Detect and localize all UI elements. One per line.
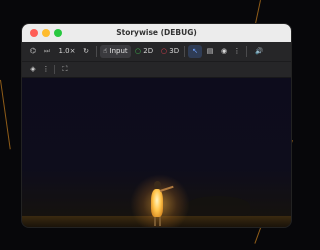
visibility-icon[interactable]: ◉ bbox=[218, 42, 230, 61]
window-title: Storywise (DEBUG) bbox=[116, 28, 197, 37]
character-head bbox=[154, 181, 161, 189]
input-label: Input bbox=[109, 47, 128, 55]
background-streak bbox=[0, 79, 11, 150]
app-window: Storywise (DEBUG) ⌬ ⏭ 1.0× ↻ ☝ Input ○ 2… bbox=[22, 24, 291, 227]
character-leg bbox=[154, 216, 156, 226]
mode-2d-dot: ○ bbox=[134, 47, 142, 55]
speed-label[interactable]: 1.0× bbox=[57, 42, 77, 61]
more-icon[interactable]: ⋮ bbox=[232, 42, 242, 61]
list-icon[interactable]: ▤ bbox=[204, 42, 216, 61]
toolbar-divider bbox=[246, 46, 247, 57]
secondary-toolbar: ◈ ⋮ ⛶ bbox=[22, 62, 291, 78]
game-remote-icon[interactable]: ⌬ bbox=[27, 42, 39, 61]
object-tool-icon[interactable]: ◈ bbox=[27, 62, 39, 77]
more-icon[interactable]: ⋮ bbox=[41, 62, 51, 77]
character-leg bbox=[159, 216, 161, 226]
select-arrow-icon[interactable]: ↖ bbox=[188, 45, 202, 58]
input-pointer-icon: ☝ bbox=[103, 47, 108, 55]
toolbar-divider bbox=[54, 65, 55, 74]
step-frame-icon[interactable]: ⏭ bbox=[41, 42, 53, 61]
mode-3d-dot: ○ bbox=[160, 47, 168, 55]
input-toggle[interactable]: ☝ Input bbox=[100, 45, 131, 58]
reset-speed-icon[interactable]: ↻ bbox=[80, 42, 92, 61]
volume-icon[interactable]: 🔊 bbox=[252, 42, 266, 61]
mode-2d-button[interactable]: ○ 2D bbox=[134, 42, 154, 61]
debug-toolbar: ⌬ ⏭ 1.0× ↻ ☝ Input ○ 2D ○ 3D ↖ ▤ ◉ ⋮ 🔊 bbox=[22, 42, 291, 62]
title-bar: Storywise (DEBUG) bbox=[22, 24, 291, 42]
toolbar-divider bbox=[184, 46, 185, 57]
toolbar-divider bbox=[96, 46, 97, 57]
glowing-character bbox=[151, 189, 163, 217]
shadow-creature bbox=[186, 196, 250, 216]
mode-2d-label: 2D bbox=[143, 47, 154, 55]
mode-3d-label: 3D bbox=[169, 47, 180, 55]
mode-3d-button[interactable]: ○ 3D bbox=[160, 42, 180, 61]
game-viewport[interactable] bbox=[22, 78, 291, 227]
fullscreen-icon[interactable]: ⛶ bbox=[59, 62, 71, 77]
